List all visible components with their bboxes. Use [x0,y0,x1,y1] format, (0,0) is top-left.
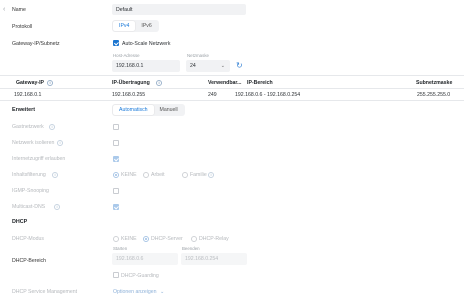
show-options-link[interactable]: Optionen anzeigen ⌄ [113,289,164,295]
content-filter-label: Inhaltsfilterung [12,172,46,178]
col-usable: Verwendbar... [208,80,242,86]
info-icon[interactable]: i [52,171,58,178]
cell-gateway-ip: 192.168.0.1 [14,92,42,98]
cell-ip-range: 192.168.0.6 - 192.168.0.254 [235,92,301,98]
netmask-value: 24 [190,63,196,69]
back-chevron-icon[interactable]: ‹ [3,6,5,13]
filter-work-label: Arbeit [151,172,165,178]
chevron-down-icon: ⌄ [160,289,165,295]
dhcp-server-radio[interactable] [143,235,149,242]
cell-usable: 249 [208,92,217,98]
info-icon[interactable]: i [47,79,53,86]
dhcp-service-label: DHCP Service Management [12,289,78,295]
cell-ip-broadcast: 192.168.0.255 [112,92,146,98]
protocol-ipv6-tab[interactable]: IPv6 [135,21,157,31]
col-subnet-mask: Subnetzmaske [416,80,453,86]
info-icon[interactable]: i [49,123,55,130]
info-icon[interactable]: i [208,171,214,178]
host-address-label: Host-Adresse [113,53,140,58]
dhcp-guarding-checkbox[interactable] [113,272,119,278]
advanced-heading: Erweitert [12,107,36,113]
filter-work-radio[interactable] [143,171,149,178]
tab-automatic[interactable]: Automatisch [113,105,154,115]
multicast-dns-label: Multicast-DNS [12,204,46,210]
table-header-divider [0,88,464,89]
autoscale-checkbox[interactable] [113,40,119,46]
guest-network-label: Gastnetzwerk [12,124,44,130]
table-top-divider [0,75,464,76]
refresh-icon[interactable]: ↻ [236,61,243,70]
col-gateway-ip: Gateway-IP [16,80,44,86]
col-ip-range: IP-Bereich [247,80,273,86]
dhcp-start-label: Starten [113,246,128,251]
chevron-down-icon: ⌄ [220,62,225,69]
dhcp-start-input[interactable]: 192.168.0.6 [112,253,178,265]
filter-none-radio[interactable] [113,171,119,178]
multicast-dns-checkbox[interactable] [113,203,119,210]
guest-network-checkbox[interactable] [113,123,119,130]
info-icon[interactable]: i [156,79,162,86]
cell-subnet-mask: 255.255.255.0 [417,92,451,98]
dhcp-range-label: DHCP-Bereich [12,258,47,264]
protocol-toggle: IPv4 IPv6 [112,20,159,32]
dhcp-heading: DHCP [12,219,28,225]
protocol-label: Protokoll [12,24,33,30]
col-ip-broadcast: IP-Übertragung [112,80,150,86]
protocol-ipv4-tab[interactable]: IPv4 [113,21,136,31]
dhcp-end-input[interactable]: 192.168.0.254 [181,253,247,265]
dhcp-server-label: DHCP-Server [151,236,183,242]
igmp-checkbox[interactable] [113,187,119,194]
dhcp-relay-label: DHCP-Relay [199,236,229,242]
internet-access-label: Internetzugriff erlauben [12,156,66,162]
dhcp-end-label: Beenden [182,246,200,251]
internet-access-checkbox[interactable] [113,155,119,162]
gateway-label: Gateway-IP/Subnetz [12,41,60,47]
isolate-network-checkbox[interactable] [113,139,119,146]
info-icon[interactable]: i [57,139,63,146]
host-address-input[interactable]: 192.168.0.1 [112,60,180,72]
filter-family-radio[interactable] [182,171,188,178]
isolate-network-label: Netzwerk isolieren [12,140,55,146]
table-bottom-divider [0,100,464,101]
netmask-label: Netzmaske [187,53,209,58]
filter-none-label: KEINE [121,172,137,178]
dhcp-guarding-label: DHCP-Guarding [121,272,159,279]
name-input[interactable]: Default [112,4,246,15]
dhcp-mode-label: DHCP-Modus [12,236,44,242]
name-label: Name [12,7,26,13]
filter-family-label: Familie [190,172,207,178]
dhcp-none-label: KEINE [121,236,137,242]
tab-manual[interactable]: Manuell [154,105,184,115]
netmask-select[interactable]: 24 ⌄ [186,60,230,72]
show-options-text: Optionen anzeigen [113,289,157,295]
dhcp-relay-radio[interactable] [191,235,197,242]
igmp-label: IGMP-Snooping [12,188,49,194]
dhcp-none-radio[interactable] [113,235,119,242]
autoscale-label: Auto-Scale Netzwerk [122,40,171,47]
advanced-mode-toggle: Automatisch Manuell [112,104,185,116]
info-icon[interactable]: i [54,203,60,210]
